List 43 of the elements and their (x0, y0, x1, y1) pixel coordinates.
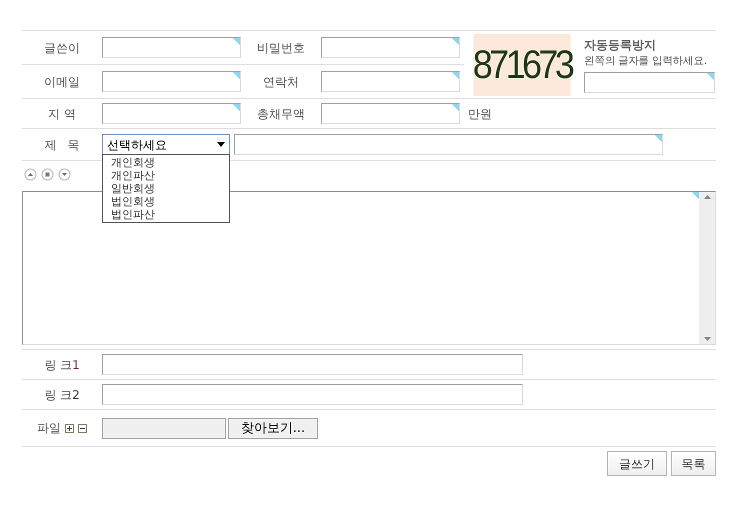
dropdown-option[interactable]: 개인회생 (111, 156, 221, 169)
caret-icon (217, 142, 225, 147)
field-label: 파일 (37, 420, 61, 437)
action-button[interactable]: 목록 (671, 451, 716, 476)
input-field[interactable] (321, 103, 460, 124)
add-icon[interactable] (65, 424, 74, 432)
action-button[interactable]: 글쓰기 (607, 451, 667, 476)
dropdown-option[interactable]: 개인파산 (111, 169, 221, 182)
captcha-title: 자동등록방지 (584, 37, 657, 54)
input-field[interactable] (321, 37, 460, 58)
field-label: 연락처 (262, 74, 300, 90)
input-field[interactable] (102, 103, 241, 124)
dropdown-option[interactable]: 법인파산 (111, 208, 221, 221)
field-label: 링 크2 (43, 386, 81, 404)
dropdown-option[interactable]: 일반회생 (111, 182, 221, 195)
input-field[interactable] (584, 72, 715, 93)
scrollbar[interactable] (699, 192, 715, 344)
expand-down-icon[interactable] (58, 168, 71, 180)
input-field[interactable] (102, 37, 241, 58)
captcha-hint: 왼쪽의 글자를 입력하세요. (584, 54, 708, 70)
scroll-up-icon[interactable] (704, 195, 710, 199)
field-label: 비밀번호 (256, 40, 306, 56)
input-field[interactable] (234, 134, 663, 155)
field-label: 총채무액 (256, 106, 306, 122)
stop-icon[interactable] (41, 168, 54, 180)
field-label: 링 크1 (43, 356, 81, 374)
remove-icon[interactable] (78, 424, 87, 432)
field-label: 지 역 (47, 106, 77, 122)
field-label: 글쓴이 (43, 40, 81, 56)
file-path-field[interactable] (102, 418, 226, 438)
unit-label: 만원 (468, 106, 492, 122)
dropdown-option[interactable]: 법인회생 (111, 195, 221, 208)
input-field[interactable] (102, 384, 523, 405)
input-field[interactable] (321, 71, 460, 92)
input-field[interactable] (102, 71, 241, 92)
browse-button[interactable]: 찾아보기... (228, 418, 318, 438)
input-field[interactable] (102, 354, 523, 375)
captcha-image: 871673 (473, 34, 571, 96)
category-select[interactable]: 선택하세요 (102, 134, 230, 155)
scroll-down-icon[interactable] (704, 337, 710, 341)
field-label: 제 목 (43, 136, 81, 154)
field-label: 이메일 (43, 74, 81, 90)
expand-up-icon[interactable] (24, 168, 37, 180)
